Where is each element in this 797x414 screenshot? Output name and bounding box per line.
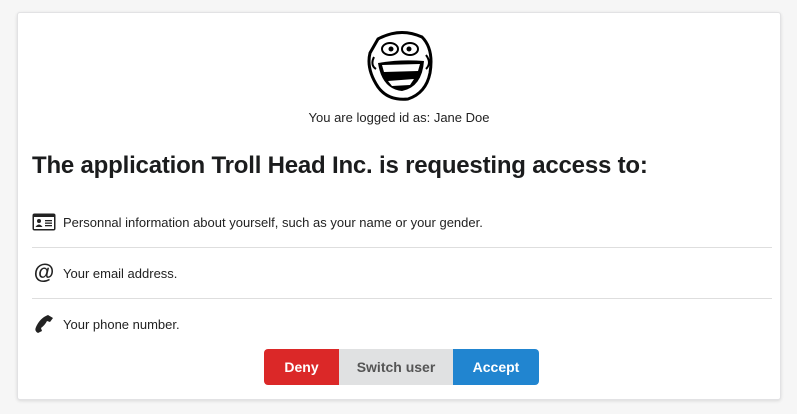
action-button-group: Deny Switch user Accept: [264, 349, 539, 385]
permission-item-personal-info: Personnal information about yourself, su…: [32, 197, 772, 248]
logged-in-as-text: You are logged id as: Jane Doe: [308, 110, 490, 125]
switch-user-button[interactable]: Switch user: [339, 349, 453, 385]
permission-label: Personnal information about yourself, su…: [63, 214, 483, 230]
at-icon: @: [33, 261, 55, 284]
permission-label: Your email address.: [63, 265, 178, 281]
id-card-icon: [32, 211, 56, 233]
permission-label: Your phone number.: [63, 316, 180, 332]
request-title: The application Troll Head Inc. is reque…: [32, 152, 648, 179]
accept-button[interactable]: Accept: [453, 349, 539, 385]
phone-icon: [32, 313, 56, 335]
permission-list: Personnal information about yourself, su…: [32, 197, 772, 349]
troll-face-logo: [364, 29, 436, 101]
consent-card: You are logged id as: Jane Doe The appli…: [17, 12, 781, 400]
deny-button[interactable]: Deny: [264, 349, 339, 385]
permission-item-phone: Your phone number.: [32, 299, 772, 349]
permission-item-email: @ Your email address.: [32, 248, 772, 299]
